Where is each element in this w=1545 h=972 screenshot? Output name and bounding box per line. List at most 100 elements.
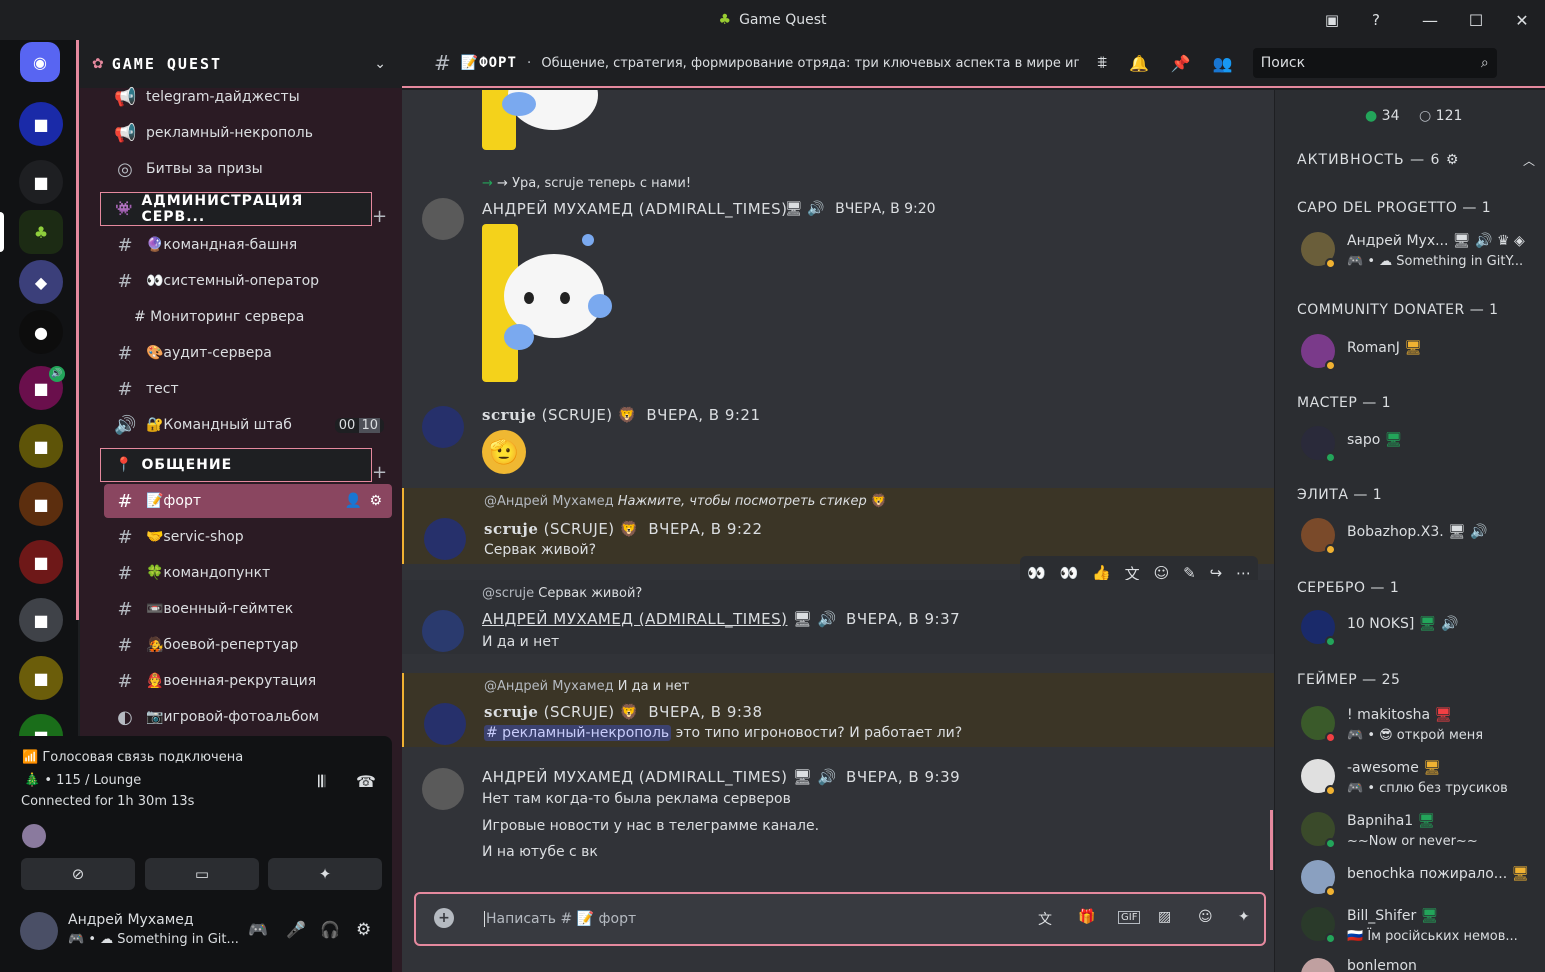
message-author[interactable]: АНДРЕЙ МУХАМЕД (ADMIRALL_TIMES) bbox=[482, 200, 788, 218]
avatar[interactable] bbox=[422, 768, 464, 810]
gamepad-icon[interactable]: 🎮 bbox=[248, 920, 268, 939]
voice-channel-name[interactable]: 🎄 • 115 / Lounge bbox=[24, 773, 141, 788]
member-item[interactable]: -awesome 🖥 🎮 • сплю без трусиков bbox=[1295, 757, 1535, 801]
inbox-icon[interactable]: ▣ bbox=[1320, 8, 1344, 32]
emoji-icon[interactable]: ☺ bbox=[1198, 909, 1213, 925]
member-item[interactable]: Андрей Мух... 🖥 🔊 ♛ ◈ 🎮 • ☁ Something in … bbox=[1295, 230, 1535, 274]
avatar[interactable] bbox=[424, 518, 466, 560]
server-folder-2[interactable]: ■ bbox=[19, 160, 63, 204]
disconnect-icon[interactable]: ☎ bbox=[356, 772, 376, 791]
avatar[interactable] bbox=[422, 610, 464, 652]
message-reply[interactable]: @Андрей Мухамед Нажмите, чтобы посмотрет… bbox=[484, 494, 887, 509]
channel-topic[interactable]: Общение, стратегия, формирование отряда:… bbox=[541, 56, 1079, 71]
server-folder-8[interactable]: ■ bbox=[19, 656, 63, 700]
apps-icon[interactable]: ✦ bbox=[1238, 909, 1250, 925]
gif-icon[interactable]: GIF bbox=[1118, 911, 1141, 924]
message-author[interactable]: АНДРЕЙ МУХАМЕД (ADMIRALL_TIMES) bbox=[482, 768, 788, 786]
search-input[interactable]: Поиск ⌕ bbox=[1252, 48, 1497, 78]
user-avatar[interactable] bbox=[20, 912, 58, 950]
member-item[interactable]: bonlemon bbox=[1295, 956, 1535, 972]
avatar[interactable] bbox=[424, 703, 466, 745]
add-channel-button[interactable]: + bbox=[372, 206, 387, 227]
category-admin[interactable]: 👾 АДМИНИСТРАЦИЯ СЕРВ... bbox=[100, 192, 372, 226]
help-icon[interactable]: ? bbox=[1364, 8, 1388, 32]
channel-system-operator[interactable]: # 👀системный-оператор bbox=[104, 264, 392, 298]
channel-reklam[interactable]: 📢 рекламный-некрополь bbox=[104, 116, 392, 150]
member-item[interactable]: Bapniha1 🖥 ~~Now or never~~ bbox=[1295, 810, 1535, 854]
pin-icon[interactable]: 📌 bbox=[1171, 54, 1191, 73]
hash-icon: # bbox=[117, 634, 133, 656]
server-folder-1[interactable]: ■ bbox=[19, 102, 63, 146]
bell-icon[interactable]: 🔔 bbox=[1129, 54, 1149, 73]
thread-monitoring[interactable]: # Мониторинг сервера bbox=[104, 300, 392, 334]
channel-servic-shop[interactable]: # 🤝servic-shop bbox=[104, 520, 392, 554]
category-social[interactable]: 📍 ОБЩЕНИЕ bbox=[100, 448, 372, 482]
discord-home-button[interactable]: ◉ bbox=[20, 42, 60, 82]
message-author[interactable]: scruje bbox=[484, 520, 538, 538]
sticker[interactable] bbox=[482, 224, 612, 384]
server-folder-4[interactable]: ■ bbox=[19, 424, 63, 468]
message-input[interactable]: Написать # 📝 форт bbox=[484, 911, 636, 927]
channel-fort[interactable]: # 📝форт 👤 ⚙ bbox=[104, 484, 392, 518]
voice-channel-shtab[interactable]: 🔊 🔐Командный штаб 00 10 bbox=[104, 408, 392, 442]
screen-share-button[interactable]: ▭ bbox=[145, 858, 259, 890]
camera-off-button[interactable]: ⊘ bbox=[21, 858, 135, 890]
add-channel-button[interactable]: + bbox=[372, 462, 387, 483]
channel-battles[interactable]: ◎ Битвы за призы bbox=[104, 152, 392, 186]
member-item[interactable]: benochka пожирало... 🖥 bbox=[1295, 858, 1535, 902]
channel-rekrutaciya[interactable]: # 🧑‍🚒военная-рекрутация bbox=[104, 664, 392, 698]
server-folder-5[interactable]: ■ bbox=[19, 482, 63, 526]
message-reply[interactable]: @Андрей Мухамед И да и нет bbox=[484, 679, 689, 694]
message-author[interactable]: scruje bbox=[484, 703, 538, 721]
soundboard-icon[interactable]: 𝄃𝄃 bbox=[318, 772, 325, 792]
headphones-icon[interactable]: 🎧 bbox=[320, 920, 340, 939]
member-item[interactable]: 10 NOKS] 🖥 🔊 bbox=[1295, 608, 1535, 652]
gear-icon[interactable]: ⚙ bbox=[369, 493, 382, 509]
translate-icon[interactable]: 文 bbox=[1038, 909, 1052, 929]
server-anime[interactable]: ◆ bbox=[19, 260, 63, 304]
avatar[interactable] bbox=[422, 198, 464, 240]
invite-icon[interactable]: 👤 bbox=[345, 493, 362, 509]
maximize-button[interactable]: ☐ bbox=[1453, 11, 1499, 30]
message-reply[interactable]: @scruje Сервак живой? bbox=[482, 586, 642, 601]
pin-icon: 📍 bbox=[115, 457, 134, 473]
message-author[interactable]: scruje bbox=[482, 406, 536, 424]
member-item[interactable]: ! makitosha 🖥 🎮 • 😎 открой меня bbox=[1295, 704, 1535, 748]
member-item[interactable]: sapo 🖥 bbox=[1295, 424, 1535, 468]
minimize-button[interactable]: — bbox=[1407, 11, 1453, 30]
channel-fotoalbom[interactable]: ◐ 📷игровой-фотоальбом bbox=[104, 700, 392, 734]
message-author[interactable]: АНДРЕЙ МУХАМЕД (ADMIRALL_TIMES) bbox=[482, 610, 788, 628]
channel-test[interactable]: # тест bbox=[104, 372, 392, 406]
member-list-icon[interactable]: 👥 bbox=[1213, 54, 1233, 73]
scroll-indicator[interactable] bbox=[1270, 810, 1273, 870]
add-attachment-icon[interactable]: + bbox=[434, 908, 454, 928]
server-dark[interactable]: ● bbox=[19, 310, 63, 354]
avatar[interactable] bbox=[422, 406, 464, 448]
member-item[interactable]: RomanJ 🖥 bbox=[1295, 332, 1535, 376]
voice-user-avatar[interactable] bbox=[22, 824, 46, 848]
activity-header[interactable]: АКТИВНОСТЬ — 6 ⚙ bbox=[1297, 152, 1459, 168]
channel-komandnaya-bashnya[interactable]: # 🔮командная-башня bbox=[104, 228, 392, 262]
settings-icon[interactable]: ⚙ bbox=[356, 920, 371, 940]
channel-komandopunkt[interactable]: # 🍀командопункт bbox=[104, 556, 392, 590]
channel-repertuar[interactable]: # 🧑‍🎤боевой-репертуар bbox=[104, 628, 392, 662]
sticker-icon[interactable]: ▨ bbox=[1158, 909, 1171, 925]
server-folder-7[interactable]: ■ bbox=[19, 598, 63, 642]
server-game-quest[interactable]: ♣ bbox=[19, 210, 63, 254]
channel-voenny-geymtek[interactable]: # 📼военный-геймтек bbox=[104, 592, 392, 626]
member-item[interactable]: Bobazhop.X3. 🖥 🔊 bbox=[1295, 516, 1535, 560]
channel-audit[interactable]: # 🎨аудит-сервера bbox=[104, 336, 392, 370]
gift-icon[interactable]: 🎁 bbox=[1078, 909, 1095, 925]
close-button[interactable]: ✕ bbox=[1499, 11, 1545, 30]
mic-icon[interactable]: 🎤 bbox=[286, 920, 306, 939]
chevron-up-icon[interactable]: ︿ bbox=[1523, 152, 1535, 169]
channel-telegram[interactable]: 📢 telegram-дайджесты bbox=[104, 80, 392, 114]
activities-button[interactable]: ✦ bbox=[268, 858, 382, 890]
sticker[interactable] bbox=[482, 90, 602, 150]
member-item[interactable]: Bill_Shifer 🖥 🇷🇺 Їм російських немов... bbox=[1295, 905, 1535, 949]
channel-mention[interactable]: # рекламный-некрополь bbox=[484, 725, 672, 741]
threads-icon[interactable]: ⩨ bbox=[1097, 53, 1107, 73]
server-folder-6[interactable]: ■ bbox=[19, 540, 63, 584]
system-join-message: → → Ура, scruje теперь с нами! bbox=[482, 176, 692, 191]
sticker-emoji[interactable]: 🫡 bbox=[482, 430, 526, 474]
